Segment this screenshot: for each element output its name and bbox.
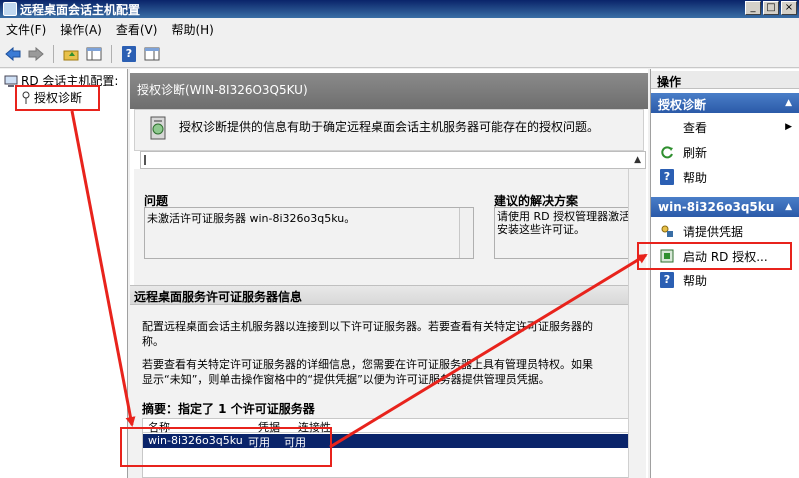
back-button[interactable] — [3, 44, 23, 64]
action-help-1[interactable]: ? 帮助 — [651, 166, 799, 188]
menu-action[interactable]: 操作(A) — [60, 21, 102, 38]
title-bar: 远程桌面会话主机配置 _ □ × — [0, 0, 799, 18]
show-hide-action-pane-button[interactable] — [142, 44, 162, 64]
collapse-up-icon[interactable]: ▲ — [785, 202, 792, 212]
window-title: 远程桌面会话主机配置 — [20, 2, 141, 17]
help-icon: ? — [122, 45, 136, 62]
refresh-icon — [659, 144, 675, 160]
window-controls: _ □ × — [745, 1, 797, 15]
action-view[interactable]: 查看 ▶ — [651, 116, 799, 138]
up-folder-button[interactable] — [61, 44, 81, 64]
close-button[interactable]: × — [781, 1, 797, 15]
action-group-label: win-8i326o3q5ku — [658, 200, 775, 214]
info-paragraph-1-line-2: 称。 — [142, 335, 164, 348]
credentials-icon — [659, 223, 675, 239]
action-help-label: 帮助 — [683, 273, 708, 288]
horizontal-scrollbar[interactable]: ▲ — [140, 151, 646, 169]
maximize-button[interactable]: □ — [763, 1, 779, 15]
actions-title: 操作 — [651, 71, 799, 89]
details-vertical-scrollbar[interactable] — [628, 169, 646, 478]
annotation-box-tree-node — [15, 85, 100, 111]
console-tree: RD 会话主机配置: 授权诊断 — [0, 69, 128, 478]
solution-text: 请使用 RD 授权管理器激活 安装这些许可证。 — [497, 210, 631, 236]
submenu-arrow-icon: ▶ — [785, 122, 792, 132]
toolbar-separator — [111, 44, 112, 63]
scroll-up-icon[interactable]: ▲ — [634, 155, 641, 165]
info-paragraph-2-line-1: 若要查看有关特定许可证服务器的详细信息，您需要在许可证服务器上具有管理员特权。如… — [142, 358, 593, 371]
forward-button[interactable] — [26, 44, 46, 64]
forward-arrow-icon — [28, 46, 44, 61]
problem-text: 未激活许可证服务器 win-8i326o3q5ku。 — [147, 212, 356, 225]
menu-view[interactable]: 查看(V) — [116, 21, 158, 38]
toolbar: ? — [0, 40, 799, 68]
action-provide-credentials-label: 请提供凭据 — [683, 224, 744, 239]
problem-scrollbar[interactable] — [459, 208, 473, 258]
menu-file[interactable]: 文件(F) — [6, 21, 46, 38]
action-group-server[interactable]: win-8i326o3q5ku ▲ — [651, 197, 799, 217]
description-text: 授权诊断提供的信息有助于确定远程桌面会话主机服务器可能存在的授权问题。 — [179, 120, 600, 134]
action-group-licensing-diagnosis[interactable]: 授权诊断 ▲ — [651, 93, 799, 113]
menu-help[interactable]: 帮助(H) — [171, 21, 213, 38]
details-pane: 授权诊断(WIN-8I326O3Q5KU) 授权诊断提供的信息有助于确定远程桌面… — [130, 69, 648, 478]
help-icon: ? — [660, 169, 674, 185]
help-icon: ? — [660, 272, 674, 288]
description-area: 授权诊断提供的信息有助于确定远程桌面会话主机服务器可能存在的授权问题。 — [134, 109, 644, 151]
problems-area: 问题 建议的解决方案 未激活许可证服务器 win-8i326o3q5ku。 请使… — [134, 169, 634, 289]
action-refresh-label: 刷新 — [683, 145, 708, 160]
action-help-2[interactable]: ? 帮助 — [651, 269, 799, 291]
details-header: 授权诊断(WIN-8I326O3Q5KU) — [130, 73, 648, 109]
annotation-box-server-row — [120, 427, 332, 467]
action-view-label: 查看 — [683, 120, 708, 135]
folder-up-icon — [63, 50, 79, 60]
help-toolbar-button[interactable]: ? — [119, 44, 139, 64]
problem-textbox[interactable]: 未激活许可证服务器 win-8i326o3q5ku。 — [144, 207, 474, 259]
annotation-box-start-licensing — [637, 242, 792, 270]
action-pane-icon — [144, 47, 160, 60]
app-icon — [3, 2, 17, 16]
scroll-left-icon[interactable] — [144, 155, 150, 165]
actions-pane: 操作 授权诊断 ▲ 查看 ▶ 刷新 ? 帮助 win-8i326o3q5ku ▲… — [650, 69, 799, 478]
action-help-label: 帮助 — [683, 170, 708, 185]
toolbar-separator — [53, 44, 54, 63]
license-server-section-title: 远程桌面服务许可证服务器信息 — [130, 285, 628, 305]
info-paragraph-1-line-1: 配置远程桌面会话主机服务器以连接到以下许可证服务器。若要查看有关特定许可证服务器… — [142, 320, 593, 333]
summary-text: 摘要：指定了 1 个许可证服务器 — [142, 402, 315, 416]
show-hide-tree-button[interactable] — [84, 44, 104, 64]
action-refresh[interactable]: 刷新 — [651, 141, 799, 163]
action-provide-credentials[interactable]: 请提供凭据 — [651, 220, 799, 242]
back-arrow-icon — [5, 46, 21, 61]
action-group-label: 授权诊断 — [658, 98, 707, 112]
menu-bar: 文件(F) 操作(A) 查看(V) 帮助(H) — [0, 18, 799, 40]
info-paragraph-2-line-2: 显示“未知”，则单击操作窗格中的“提供凭据”以便为许可证服务器提供管理员凭据。 — [142, 373, 550, 386]
solution-textbox[interactable]: 请使用 RD 授权管理器激活 安装这些许可证。 — [494, 207, 634, 259]
collapse-up-icon[interactable]: ▲ — [785, 98, 792, 108]
minimize-button[interactable]: _ — [745, 1, 761, 15]
console-tree-icon — [86, 47, 102, 60]
diagnostic-server-icon — [150, 116, 166, 140]
